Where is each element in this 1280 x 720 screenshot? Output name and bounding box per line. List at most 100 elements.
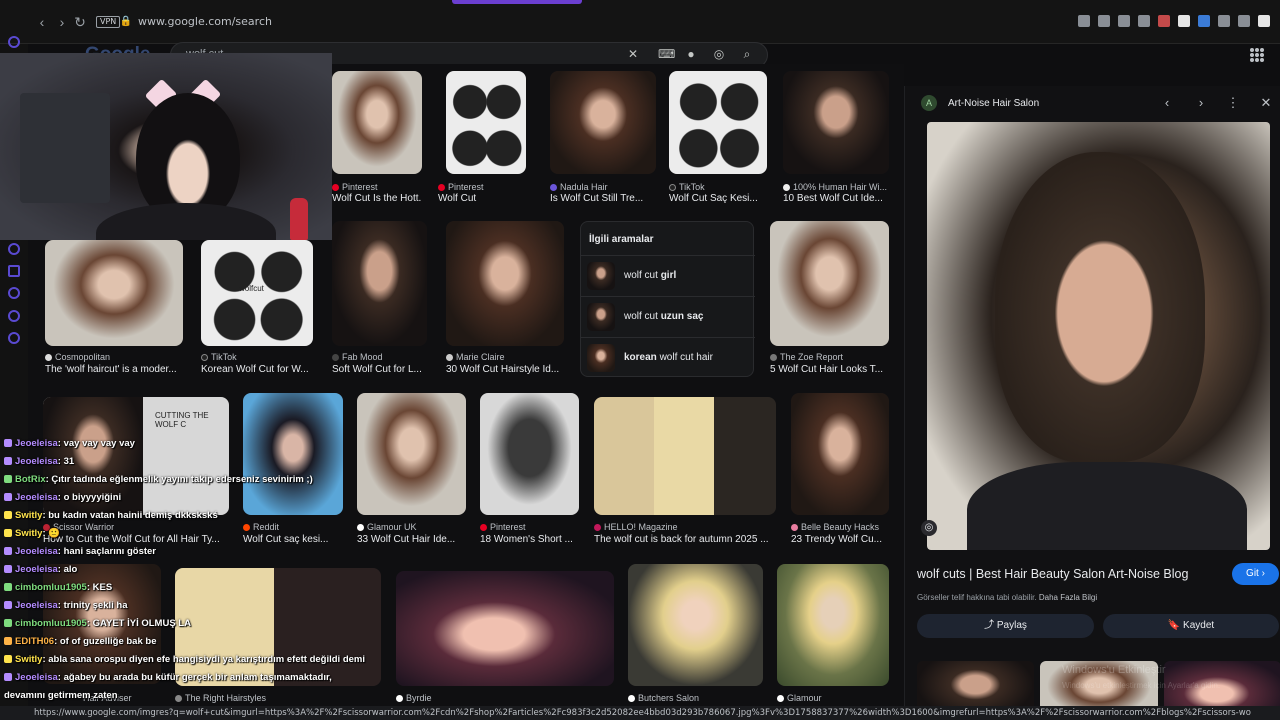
result-tile[interactable]: TikTok Wolf Cut Saç Kesi... bbox=[669, 71, 767, 206]
result-tile[interactable]: HELLO! Magazine The wolf cut is back for… bbox=[594, 397, 776, 548]
result-tile[interactable]: Cosmopolitan The 'wolf haircut' is a mod… bbox=[45, 240, 183, 377]
sidebar-extensions-icon[interactable] bbox=[8, 310, 20, 322]
result-title[interactable]: Soft Wolf Cut for L... bbox=[332, 364, 427, 375]
result-tile[interactable]: Glamour bbox=[777, 564, 889, 706]
result-title[interactable]: Wolf Cut bbox=[438, 193, 534, 204]
related-search-item[interactable]: wolf cut girl bbox=[581, 255, 755, 296]
save-button[interactable]: 🔖 Kaydet bbox=[1103, 614, 1279, 638]
result-source[interactable]: HELLO! Magazine bbox=[594, 522, 678, 532]
previous-icon[interactable]: ‹ bbox=[1160, 95, 1174, 111]
result-thumbnail[interactable] bbox=[396, 571, 614, 686]
result-source[interactable]: Pinterest bbox=[438, 182, 484, 192]
result-title[interactable]: The wolf cut is back for autumn 2025 ... bbox=[594, 534, 776, 545]
result-thumbnail[interactable] bbox=[45, 240, 183, 346]
result-title[interactable]: 18 Women's Short ... bbox=[480, 534, 579, 545]
sidebar-settings-icon[interactable] bbox=[8, 332, 20, 344]
result-tile[interactable]: Belle Beauty Hacks 23 Trendy Wolf Cu... bbox=[791, 393, 889, 548]
result-thumbnail[interactable] bbox=[628, 564, 763, 686]
share-button[interactable]: ⤴ Paylaş bbox=[917, 614, 1094, 638]
result-source[interactable]: Belle Beauty Hacks bbox=[791, 522, 879, 532]
result-tile[interactable]: Butchers Salon bbox=[628, 564, 763, 706]
more-info-link[interactable]: Daha Fazla Bilgi bbox=[1039, 593, 1097, 602]
result-thumbnail[interactable] bbox=[783, 71, 889, 174]
preview-title[interactable]: wolf cuts | Best Hair Beauty Salon Art-N… bbox=[917, 567, 1188, 581]
result-source[interactable]: Byrdie bbox=[396, 693, 432, 703]
result-source[interactable]: Cosmopolitan bbox=[45, 352, 110, 362]
sidebar-workspaces-icon[interactable] bbox=[8, 265, 20, 277]
sidebar-messenger-icon[interactable] bbox=[8, 36, 20, 48]
clear-icon[interactable]: ✕ bbox=[626, 47, 640, 61]
result-thumbnail[interactable] bbox=[446, 71, 526, 174]
result-thumbnail[interactable] bbox=[594, 397, 776, 515]
result-tile[interactable]: Pinterest Wolf Cut Is the Hott... bbox=[332, 71, 422, 206]
result-title[interactable]: 23 Trendy Wolf Cu... bbox=[791, 534, 889, 545]
result-thumbnail[interactable]: wolfcut bbox=[201, 240, 313, 346]
result-source[interactable]: TikTok bbox=[201, 352, 237, 362]
microphone-icon[interactable]: ● bbox=[684, 47, 698, 61]
screenshot-icon[interactable] bbox=[1078, 15, 1090, 27]
panel-site-name[interactable]: Art-Noise Hair Salon bbox=[948, 98, 1039, 109]
result-source[interactable]: Glamour bbox=[777, 693, 822, 703]
keyboard-icon[interactable]: ⌨ bbox=[658, 47, 675, 61]
active-tab-indicator[interactable] bbox=[452, 0, 582, 4]
result-title[interactable]: Korean Wolf Cut for W... bbox=[201, 364, 313, 375]
result-thumbnail[interactable] bbox=[446, 221, 564, 346]
puzzle-icon[interactable] bbox=[1218, 15, 1230, 27]
result-source[interactable]: Butchers Salon bbox=[628, 693, 699, 703]
result-source[interactable]: Nadula Hair bbox=[550, 182, 608, 192]
result-thumbnail[interactable] bbox=[550, 71, 656, 174]
result-source[interactable]: TikTok bbox=[669, 182, 705, 192]
extension-red-icon[interactable] bbox=[1158, 15, 1170, 27]
result-source[interactable]: Pinterest bbox=[480, 522, 526, 532]
result-tile[interactable]: 100% Human Hair Wi... 10 Best Wolf Cut I… bbox=[783, 71, 889, 206]
result-source[interactable]: Pinterest bbox=[332, 182, 378, 192]
visit-button[interactable]: Git › bbox=[1232, 563, 1279, 585]
result-thumbnail[interactable] bbox=[669, 71, 767, 174]
result-thumbnail[interactable] bbox=[791, 393, 889, 515]
sidebar-player-icon[interactable] bbox=[8, 243, 20, 255]
result-title[interactable]: The 'wolf haircut' is a moder... bbox=[45, 364, 183, 375]
result-tile[interactable]: Marie Claire 30 Wolf Cut Hairstyle Id... bbox=[446, 221, 564, 377]
search-icon[interactable]: ⌕ bbox=[740, 47, 754, 61]
related-search-item[interactable]: wolf cut uzun saç bbox=[581, 296, 755, 337]
result-source[interactable]: Fab Mood bbox=[332, 352, 383, 362]
translate-icon[interactable] bbox=[1198, 15, 1210, 27]
result-title[interactable]: Wolf Cut Is the Hott... bbox=[332, 193, 422, 204]
heart-icon[interactable] bbox=[1138, 15, 1150, 27]
sidebar-history-icon[interactable] bbox=[8, 287, 20, 299]
result-title[interactable]: 30 Wolf Cut Hairstyle Id... bbox=[446, 364, 564, 375]
visual-search-icon[interactable]: ◎ bbox=[921, 520, 937, 536]
related-search-label[interactable]: wolf cut girl bbox=[624, 270, 676, 281]
related-search-label[interactable]: wolf cut uzun saç bbox=[624, 311, 703, 322]
back-icon[interactable]: ‹ bbox=[34, 14, 50, 30]
result-thumbnail[interactable] bbox=[332, 221, 427, 346]
related-search-label[interactable]: korean wolf cut hair bbox=[624, 352, 713, 363]
result-tile[interactable]: Pinterest 18 Women's Short ... bbox=[480, 393, 579, 548]
result-tile[interactable]: Byrdie bbox=[396, 571, 614, 706]
result-source[interactable]: 100% Human Hair Wi... bbox=[783, 182, 887, 192]
result-tile[interactable]: The Zoe Report 5 Wolf Cut Hair Looks T..… bbox=[770, 221, 889, 377]
more-options-icon[interactable]: ⋮ bbox=[1226, 95, 1240, 111]
close-icon[interactable]: ✕ bbox=[1259, 95, 1273, 111]
result-thumbnail[interactable] bbox=[480, 393, 579, 515]
apps-grid-icon[interactable] bbox=[1250, 48, 1264, 62]
tab-snap-icon[interactable] bbox=[1098, 15, 1110, 27]
forward-icon[interactable]: › bbox=[54, 14, 70, 30]
profile-avatar-icon[interactable] bbox=[1258, 15, 1270, 27]
result-tile[interactable]: Nadula Hair Is Wolf Cut Still Tre... bbox=[550, 71, 656, 206]
lens-icon[interactable]: ◎ bbox=[712, 47, 726, 61]
vpn-badge[interactable]: VPN bbox=[96, 16, 121, 28]
result-source[interactable]: Marie Claire bbox=[446, 352, 505, 362]
next-icon[interactable]: › bbox=[1194, 95, 1208, 111]
result-title[interactable]: Wolf Cut Saç Kesi... bbox=[669, 193, 767, 204]
reload-icon[interactable]: ↻ bbox=[72, 14, 88, 30]
result-source[interactable]: The Zoe Report bbox=[770, 352, 843, 362]
result-thumbnail[interactable] bbox=[777, 564, 889, 686]
address-bar[interactable]: www.google.com/search bbox=[138, 15, 272, 28]
result-thumbnail[interactable] bbox=[770, 221, 889, 346]
result-thumbnail[interactable] bbox=[332, 71, 422, 174]
result-title[interactable]: 5 Wolf Cut Hair Looks T... bbox=[770, 364, 889, 375]
play-icon[interactable] bbox=[1118, 15, 1130, 27]
lock-icon[interactable]: 🔒 bbox=[118, 14, 134, 30]
result-tile[interactable]: wolfcut TikTok Korean Wolf Cut for W... bbox=[201, 240, 313, 377]
